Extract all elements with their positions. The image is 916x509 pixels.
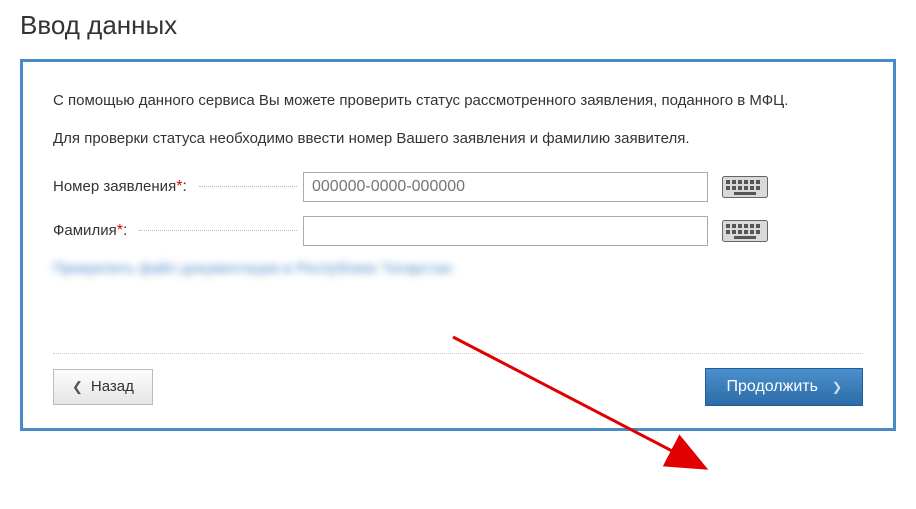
application-number-label: Номер заявления: [53, 178, 176, 195]
chevron-right-icon: ❯: [832, 380, 842, 394]
surname-label-wrap: Фамилия* :: [53, 222, 303, 240]
keyboard-icon: [722, 220, 768, 242]
blurred-link[interactable]: Прикрепить файл документации в Республик…: [53, 260, 863, 277]
colon: :: [123, 222, 127, 240]
virtual-keyboard-button[interactable]: [722, 220, 768, 242]
continue-button-label: Продолжить: [726, 378, 817, 396]
back-button-label: Назад: [91, 378, 134, 395]
surname-row: Фамилия* :: [53, 216, 863, 246]
keyboard-icon: [722, 176, 768, 198]
chevron-left-icon: ❮: [72, 379, 83, 395]
application-number-row: Номер заявления* :: [53, 172, 863, 202]
application-number-input[interactable]: [303, 172, 708, 202]
label-dots: [199, 186, 297, 187]
label-dots: [139, 230, 297, 231]
form-panel: С помощью данного сервиса Вы можете пров…: [20, 59, 896, 431]
surname-input[interactable]: [303, 216, 708, 246]
button-row: ❮ Назад Продолжить ❯: [53, 368, 863, 406]
continue-button[interactable]: Продолжить ❯: [705, 368, 863, 406]
colon: :: [182, 178, 186, 196]
intro-text-2: Для проверки статуса необходимо ввести н…: [53, 128, 863, 150]
divider: [53, 353, 863, 354]
virtual-keyboard-button[interactable]: [722, 176, 768, 198]
application-number-label-wrap: Номер заявления* :: [53, 178, 303, 196]
surname-label: Фамилия: [53, 222, 117, 239]
intro-text-1: С помощью данного сервиса Вы можете пров…: [53, 90, 863, 112]
page-title: Ввод данных: [20, 10, 896, 41]
back-button[interactable]: ❮ Назад: [53, 369, 153, 405]
